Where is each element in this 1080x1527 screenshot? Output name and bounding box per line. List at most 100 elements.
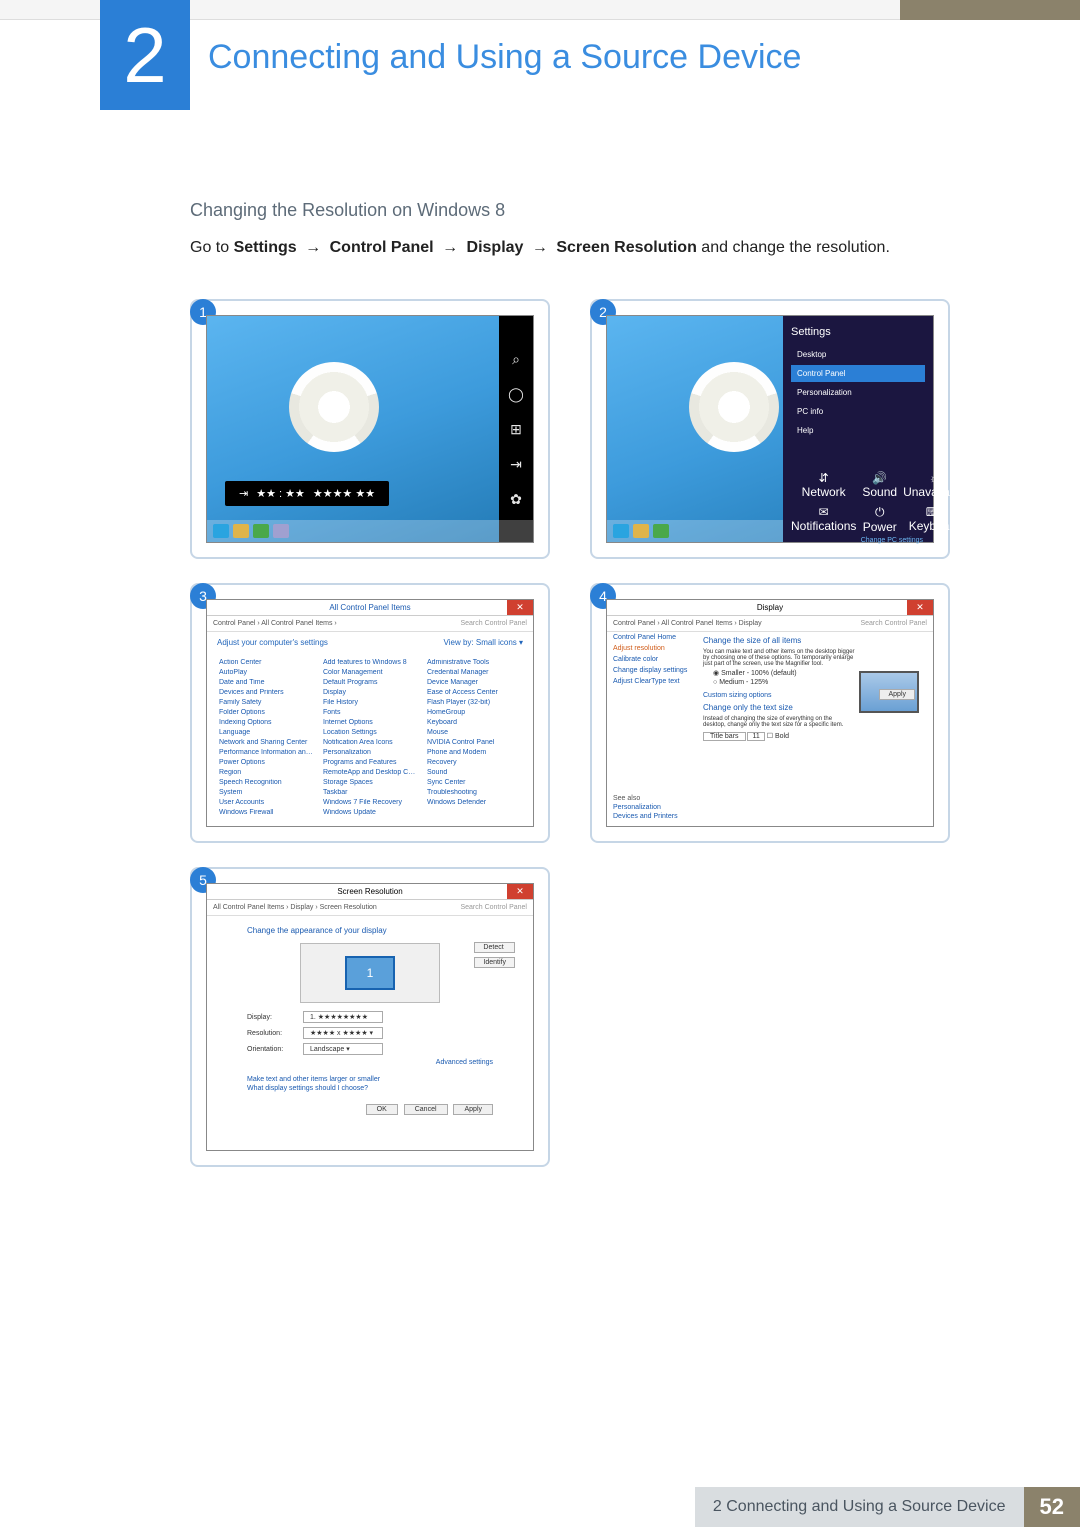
control-panel-item[interactable]: Sync Center — [427, 779, 521, 786]
settings-item-desktop[interactable]: Desktop — [791, 346, 925, 363]
control-panel-item[interactable]: Performance Information and Tools — [219, 749, 313, 756]
close-icon[interactable]: ✕ — [907, 600, 933, 615]
settings-item-control-panel[interactable]: Control Panel — [791, 365, 925, 382]
control-panel-item[interactable]: Device Manager — [427, 679, 521, 686]
control-panel-item[interactable]: Action Center — [219, 659, 313, 666]
cancel-button[interactable]: Cancel — [404, 1104, 448, 1115]
search-icon[interactable]: ⌕ — [512, 351, 520, 368]
control-panel-item[interactable]: Default Programs — [323, 679, 417, 686]
control-panel-item[interactable]: Recovery — [427, 759, 521, 766]
start-icon[interactable]: ⊞ — [510, 421, 522, 438]
control-panel-item[interactable]: Administrative Tools — [427, 659, 521, 666]
control-panel-item[interactable]: HomeGroup — [427, 709, 521, 716]
search-input[interactable]: Search Control Panel — [460, 620, 527, 627]
network-tile[interactable]: ⇵Network — [791, 471, 856, 499]
control-panel-item[interactable]: Display — [323, 689, 417, 696]
control-panel-item[interactable]: Windows Defender — [427, 799, 521, 806]
share-icon[interactable]: ◯ — [508, 386, 524, 403]
sidebar-cleartype[interactable]: Adjust ClearType text — [613, 678, 691, 685]
settings-item-pc-info[interactable]: PC info — [791, 403, 925, 420]
search-input[interactable]: Search Control Panel — [860, 620, 927, 627]
sound-tile[interactable]: 🔊Sound — [862, 471, 897, 499]
size-dropdown[interactable]: 11 — [747, 732, 764, 741]
close-icon[interactable]: ✕ — [507, 884, 533, 899]
control-panel-item[interactable]: Storage Spaces — [323, 779, 417, 786]
breadcrumb[interactable]: All Control Panel Items › Display › Scre… — [213, 904, 377, 911]
control-panel-item[interactable]: Troubleshooting — [427, 789, 521, 796]
control-panel-item[interactable] — [427, 809, 521, 816]
apply-button[interactable]: Apply — [879, 689, 915, 700]
control-panel-item[interactable]: Taskbar — [323, 789, 417, 796]
resolution-dropdown[interactable]: ★★★★ x ★★★★ ▾ — [303, 1027, 383, 1039]
control-panel-item[interactable]: Location Settings — [323, 729, 417, 736]
control-panel-item[interactable]: Color Management — [323, 669, 417, 676]
sidebar-adjust-resolution[interactable]: Adjust resolution — [613, 645, 691, 652]
control-panel-item[interactable]: Devices and Printers — [219, 689, 313, 696]
control-panel-item[interactable]: Family Safety — [219, 699, 313, 706]
control-panel-item[interactable]: Ease of Access Center — [427, 689, 521, 696]
control-panel-item[interactable]: Keyboard — [427, 719, 521, 726]
bold-checkbox[interactable]: ☐ Bold — [767, 733, 789, 740]
control-panel-item[interactable]: Date and Time — [219, 679, 313, 686]
control-panel-item[interactable]: Personalization — [323, 749, 417, 756]
control-panel-item[interactable]: Region — [219, 769, 313, 776]
control-panel-item[interactable]: Notification Area Icons — [323, 739, 417, 746]
sidebar-home[interactable]: Control Panel Home — [613, 634, 691, 641]
keyboard-tile[interactable]: ⌨Keyboard — [903, 505, 966, 534]
orientation-dropdown[interactable]: Landscape ▾ — [303, 1043, 383, 1055]
control-panel-item[interactable]: Windows Firewall — [219, 809, 313, 816]
control-panel-item[interactable]: Network and Sharing Center — [219, 739, 313, 746]
control-panel-item[interactable]: AutoPlay — [219, 669, 313, 676]
control-panel-item[interactable]: System — [219, 789, 313, 796]
settings-icon[interactable]: ✿ — [510, 491, 522, 508]
ok-button[interactable]: OK — [366, 1104, 398, 1115]
control-panel-item[interactable]: Programs and Features — [323, 759, 417, 766]
see-also-devices[interactable]: Devices and Printers — [613, 813, 678, 820]
close-icon[interactable]: ✕ — [507, 600, 533, 615]
power-tile[interactable]: ⏻Power — [862, 505, 897, 534]
control-panel-item[interactable]: Mouse — [427, 729, 521, 736]
viewby-dropdown[interactable]: View by: Small icons ▾ — [444, 638, 523, 647]
control-panel-item[interactable]: Power Options — [219, 759, 313, 766]
control-panel-item[interactable]: User Accounts — [219, 799, 313, 806]
control-panel-item[interactable]: Windows Update — [323, 809, 417, 816]
control-panel-item[interactable]: Flash Player (32-bit) — [427, 699, 521, 706]
control-panel-item[interactable]: Fonts — [323, 709, 417, 716]
settings-item-personalization[interactable]: Personalization — [791, 384, 925, 401]
monitor-1[interactable]: 1 — [345, 956, 395, 990]
control-panel-item[interactable]: Indexing Options — [219, 719, 313, 726]
control-panel-item[interactable]: Language — [219, 729, 313, 736]
notifications-tile[interactable]: ✉Notifications — [791, 505, 856, 534]
control-panel-item[interactable]: Add features to Windows 8 — [323, 659, 417, 666]
change-pc-settings-link[interactable]: Change PC settings — [861, 537, 923, 544]
settings-item-help[interactable]: Help — [791, 422, 925, 439]
link-make-larger[interactable]: Make text and other items larger or smal… — [247, 1076, 493, 1083]
store-icon[interactable] — [253, 524, 269, 538]
sidebar-calibrate[interactable]: Calibrate color — [613, 656, 691, 663]
identify-button[interactable]: Identify — [474, 957, 515, 968]
brightness-tile[interactable]: ☼Unavailable — [903, 471, 966, 499]
link-what-settings[interactable]: What display settings should I choose? — [247, 1085, 493, 1092]
explorer-icon[interactable] — [233, 524, 249, 538]
control-panel-item[interactable]: Speech Recognition — [219, 779, 313, 786]
devices-icon[interactable]: ⇥ — [510, 456, 522, 473]
control-panel-item[interactable]: RemoteApp and Desktop Connections — [323, 769, 417, 776]
control-panel-item[interactable]: Credential Manager — [427, 669, 521, 676]
control-panel-item[interactable]: Folder Options — [219, 709, 313, 716]
item-dropdown[interactable]: Title bars — [703, 732, 746, 741]
explorer-icon[interactable] — [633, 524, 649, 538]
advanced-settings-link[interactable]: Advanced settings — [247, 1059, 493, 1066]
detect-button[interactable]: Detect — [474, 942, 515, 953]
sidebar-change-settings[interactable]: Change display settings — [613, 667, 691, 674]
display-dropdown[interactable]: 1. ★★★★★★★★ — [303, 1011, 383, 1023]
store-icon[interactable] — [653, 524, 669, 538]
search-input[interactable]: Search Control Panel — [460, 904, 527, 911]
control-panel-item[interactable]: File History — [323, 699, 417, 706]
ie-icon[interactable] — [613, 524, 629, 538]
control-panel-item[interactable]: Phone and Modem — [427, 749, 521, 756]
breadcrumb[interactable]: Control Panel › All Control Panel Items … — [213, 620, 337, 627]
ie-icon[interactable] — [213, 524, 229, 538]
control-panel-item[interactable]: Internet Options — [323, 719, 417, 726]
control-panel-item[interactable]: NVIDIA Control Panel — [427, 739, 521, 746]
breadcrumb[interactable]: Control Panel › All Control Panel Items … — [613, 620, 762, 627]
